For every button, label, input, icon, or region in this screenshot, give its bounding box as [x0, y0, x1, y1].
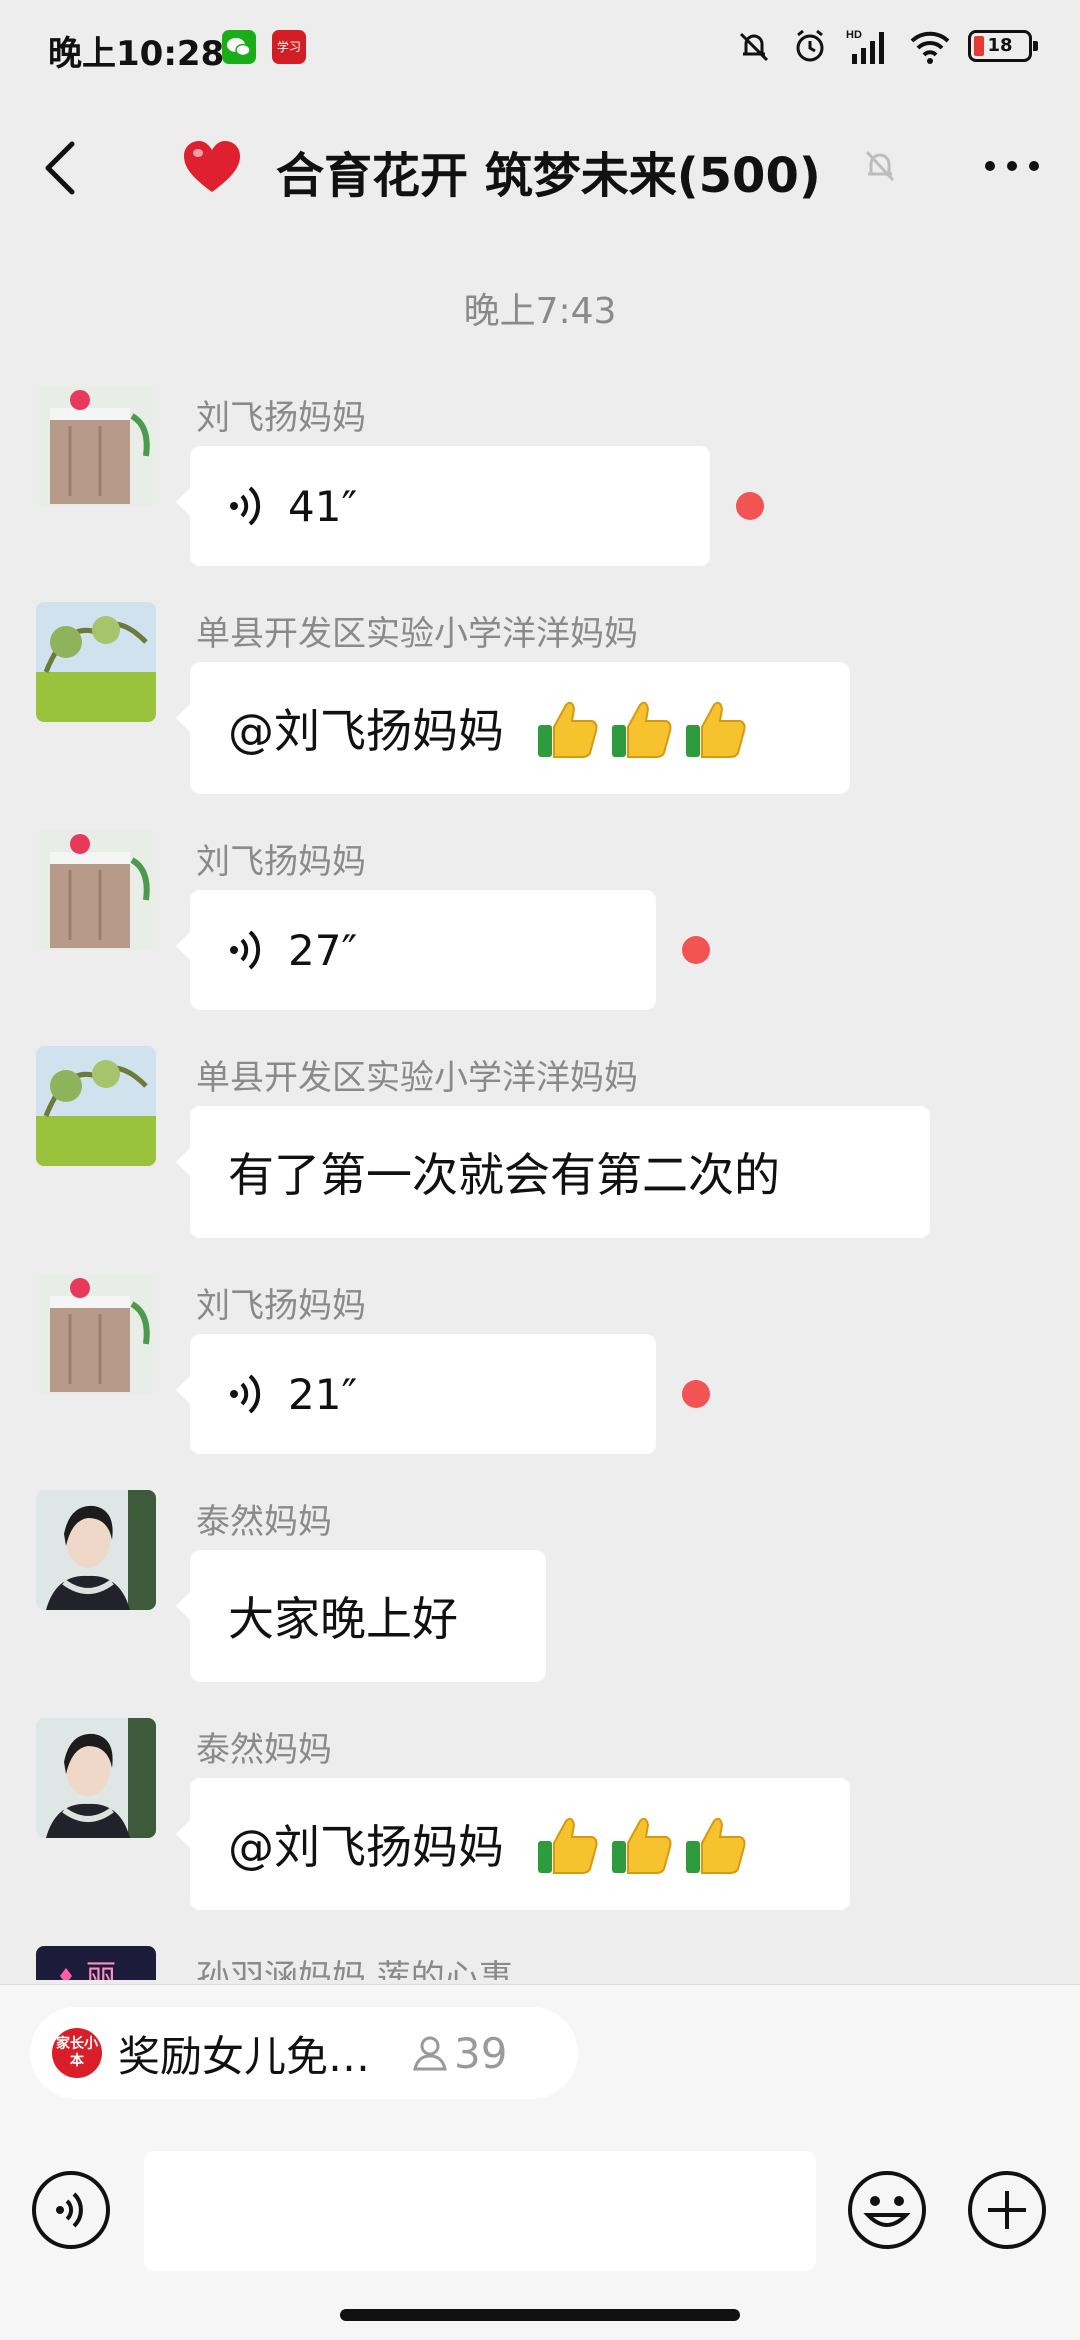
app-logo: 家长小本: [52, 2028, 102, 2078]
sender-name: 单县开发区实验小学洋洋妈妈: [196, 1058, 638, 1098]
avatar[interactable]: [36, 602, 156, 722]
avatar[interactable]: [36, 1718, 156, 1838]
text-message-bubble[interactable]: 大家晚上好: [176, 1550, 546, 1682]
live-topic-chip[interactable]: 家长小本 奖励女儿免… 39: [30, 2007, 578, 2099]
avatar[interactable]: 丽: [36, 1946, 156, 1980]
sender-name: 泰然妈妈: [196, 1502, 332, 1542]
voice-input-button[interactable]: [30, 2169, 112, 2251]
avatar[interactable]: [36, 830, 156, 950]
heart-icon: [184, 141, 240, 192]
message-item: 泰然妈妈 大家晚上好: [0, 1490, 1080, 1700]
status-bar: 晚上10:28 学习 HD 18: [0, 0, 1080, 96]
svg-text:HD: HD: [846, 29, 862, 41]
message-item: 刘飞扬妈妈 41″: [0, 386, 1080, 586]
voice-message-bubble[interactable]: 27″: [176, 890, 656, 1010]
text-message-bubble[interactable]: @刘飞扬妈妈: [176, 662, 850, 794]
message-item: 丽 孙羽涵妈妈 莲的心事: [0, 1946, 1080, 1980]
message-item: 单县开发区实验小学洋洋妈妈 @刘飞扬妈妈: [0, 602, 1080, 812]
thumbs-up-emoji-icon: [612, 701, 672, 758]
person-icon: [413, 2036, 447, 2071]
silent-bell-icon: [739, 32, 769, 62]
unread-dot: [682, 936, 710, 964]
hd-signal-icon: HD: [846, 29, 884, 64]
thumbs-up-emoji-icon: [686, 701, 746, 758]
wechat-notification-icon: [222, 30, 256, 64]
sender-name: 单县开发区实验小学洋洋妈妈: [196, 614, 638, 654]
message-input[interactable]: [144, 2151, 816, 2271]
message-list[interactable]: 晚上7:43 刘飞扬妈妈 41″ 单县开发区实验小学洋洋妈妈 @刘飞扬妈妈 刘飞…: [0, 240, 1080, 1980]
avatar[interactable]: [36, 1046, 156, 1166]
sender-name: 孙羽涵妈妈 莲的心事: [196, 1958, 513, 1980]
sender-name: 刘飞扬妈妈: [196, 1286, 366, 1326]
message-item: 单县开发区实验小学洋洋妈妈 有了第一次就会有第二次的: [0, 1046, 1080, 1256]
home-indicator[interactable]: [340, 2309, 740, 2321]
text-message-bubble[interactable]: @刘飞扬妈妈: [176, 1778, 850, 1910]
message-text: @刘飞扬妈妈: [228, 704, 504, 758]
viewer-count: 39: [454, 2028, 508, 2078]
voice-wave-icon: [230, 486, 261, 526]
back-arrow-icon[interactable]: [38, 140, 86, 196]
mute-bell-icon: [865, 150, 895, 182]
message-item: 刘飞扬妈妈 27″: [0, 830, 1080, 1030]
thumbs-up-emoji-icon: [538, 701, 598, 758]
sender-name: 刘飞扬妈妈: [196, 842, 366, 882]
unread-dot: [682, 1380, 710, 1408]
chat-header: 合育花开 筑梦未来(500): [0, 96, 1080, 240]
message-timestamp: 晚上7:43: [463, 291, 617, 332]
thumbs-up-emoji-icon: [686, 1817, 746, 1874]
message-text: @刘飞扬妈妈: [228, 1820, 504, 1874]
alarm-icon: [796, 29, 824, 62]
message-item: 泰然妈妈 @刘飞扬妈妈: [0, 1718, 1080, 1928]
more-options-icon[interactable]: [982, 146, 1042, 186]
thumbs-up-emoji-icon: [538, 1817, 598, 1874]
text-message-bubble[interactable]: 有了第一次就会有第二次的: [176, 1106, 930, 1238]
message-text: 有了第一次就会有第二次的: [228, 1148, 780, 1202]
message-text: 大家晚上好: [228, 1592, 458, 1646]
study-app-notification-icon: 学习: [272, 30, 306, 64]
voice-message-bubble[interactable]: 41″: [176, 446, 710, 566]
emoji-button[interactable]: [846, 2169, 928, 2251]
input-bar: [0, 2151, 1080, 2281]
avatar[interactable]: [36, 1274, 156, 1394]
thumbs-up-emoji-icon: [612, 1817, 672, 1874]
battery-level: 18: [987, 35, 1013, 56]
battery-indicator: 18: [968, 30, 1038, 62]
voice-duration: 21″: [288, 1369, 358, 1419]
voice-duration: 41″: [288, 481, 358, 531]
sender-name: 刘飞扬妈妈: [196, 398, 366, 438]
chat-title: 合育花开 筑梦未来(500): [276, 148, 821, 204]
unread-dot: [736, 492, 764, 520]
message-item: 刘飞扬妈妈 21″: [0, 1274, 1080, 1474]
avatar[interactable]: [36, 386, 156, 506]
status-time: 晚上10:28: [48, 34, 225, 74]
more-functions-button[interactable]: [966, 2169, 1048, 2251]
voice-duration: 27″: [288, 925, 358, 975]
svg-text:丽: 丽: [86, 1959, 116, 1980]
voice-message-bubble[interactable]: 21″: [176, 1334, 656, 1454]
sender-name: 泰然妈妈: [196, 1730, 332, 1770]
bottom-panel: 家长小本 奖励女儿免… 39: [0, 1984, 1080, 2340]
avatar[interactable]: [36, 1490, 156, 1610]
wifi-icon: [910, 31, 950, 64]
voice-wave-icon: [230, 930, 261, 970]
voice-wave-icon: [230, 1374, 261, 1414]
live-topic-title: 奖励女儿免…: [118, 2031, 371, 2081]
